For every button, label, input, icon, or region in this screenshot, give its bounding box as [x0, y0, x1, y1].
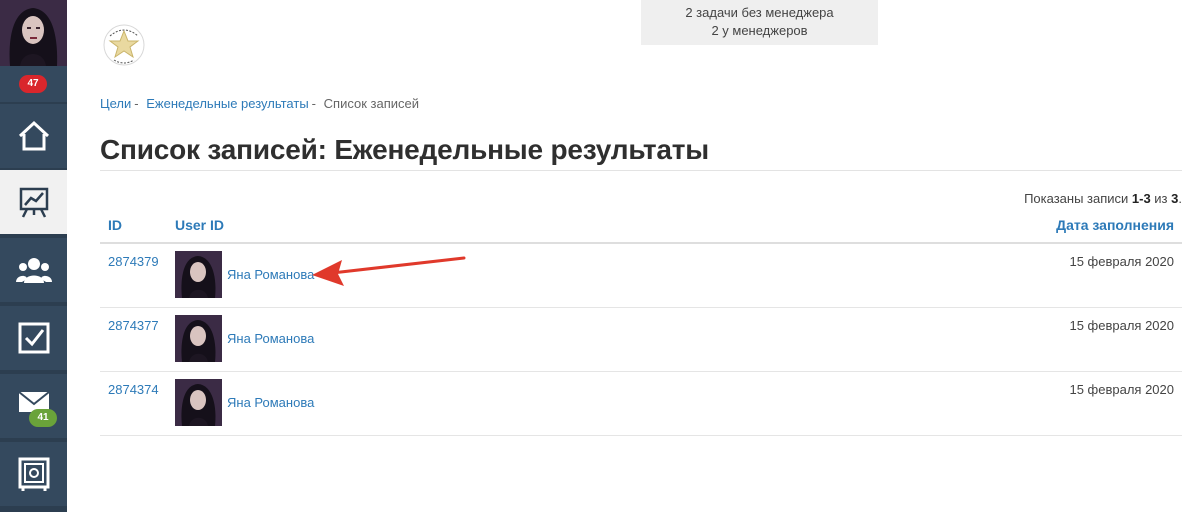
sidebar-item-goals[interactable] [0, 168, 67, 234]
home-icon [18, 120, 49, 151]
user-cell: Яна Романова [175, 251, 314, 298]
sidebar-item-home[interactable] [0, 102, 67, 168]
table-header: ID User ID Дата заполнения [100, 208, 1182, 244]
breadcrumb-current: Список записей [323, 96, 419, 111]
avatar[interactable] [175, 251, 222, 298]
breadcrumb-separator: - [311, 96, 317, 111]
sidebar-item-safe[interactable] [0, 440, 67, 506]
breadcrumb-weekly-results-link[interactable]: Еженедельные результаты [146, 96, 308, 111]
records-count-suffix: . [1178, 191, 1182, 206]
avatar[interactable] [175, 315, 222, 362]
info-line-tasks-without-manager[interactable]: 2 задачи без менеджера [641, 4, 878, 22]
record-date: 15 февраля 2020 [1069, 318, 1174, 333]
records-count-range: 1-3 [1131, 191, 1151, 206]
table-row: 2874377 Яна Романова 15 февраля 2020 [100, 308, 1182, 372]
messages-badge[interactable]: 41 [29, 409, 57, 427]
records-table: ID User ID Дата заполнения 2874379 Яна Р… [100, 208, 1182, 436]
records-count: Показаны записи 1-3 из 3. [1024, 191, 1182, 206]
record-date: 15 февраля 2020 [1069, 382, 1174, 397]
checkbox-icon [18, 322, 49, 354]
sidebar-item-team[interactable] [0, 236, 67, 302]
notifications-badge[interactable]: 47 [19, 75, 47, 93]
user-cell: Яна Романова [175, 379, 314, 426]
company-logo[interactable] [100, 22, 148, 68]
annotation-arrow-icon [312, 256, 466, 286]
record-id-link[interactable]: 2874379 [108, 254, 159, 269]
breadcrumb-separator: - [134, 96, 139, 111]
unassigned-tasks-info: 2 задачи без менеджера 2 у менеджеров [641, 0, 878, 45]
page-title: Список записей: Еженедельные результаты [100, 134, 710, 165]
sidebar-item-messages[interactable] [0, 372, 67, 438]
safe-icon [18, 457, 49, 491]
user-name-link[interactable]: Яна Романова [227, 395, 314, 410]
record-date: 15 февраля 2020 [1069, 254, 1174, 269]
chart-board-icon [19, 187, 48, 218]
column-header-user-id[interactable]: User ID [175, 217, 224, 233]
breadcrumb: Цели - Еженедельные результаты - Список за… [100, 96, 419, 111]
sidebar: 47 41 [0, 0, 67, 512]
column-header-date[interactable]: Дата заполнения [1056, 217, 1174, 233]
column-header-id[interactable]: ID [108, 217, 122, 233]
user-cell: Яна Романова [175, 315, 314, 362]
sidebar-item-tasks[interactable] [0, 304, 67, 370]
records-count-middle: из [1150, 191, 1172, 206]
user-name-link[interactable]: Яна Романова [227, 267, 314, 282]
user-name-link[interactable]: Яна Романова [227, 331, 314, 346]
breadcrumb-goals-link[interactable]: Цели [100, 96, 131, 111]
records-count-prefix: Показаны записи [1024, 191, 1132, 206]
info-line-tasks-with-managers[interactable]: 2 у менеджеров [641, 22, 878, 40]
avatar[interactable] [175, 379, 222, 426]
user-avatar[interactable] [0, 0, 67, 66]
table-row: 2874374 Яна Романова 15 февраля 2020 [100, 372, 1182, 436]
record-id-link[interactable]: 2874374 [108, 382, 159, 397]
title-divider [100, 170, 1182, 171]
record-id-link[interactable]: 2874377 [108, 318, 159, 333]
users-icon [15, 258, 52, 283]
table-row: 2874379 Яна Романова 15 февраля 2020 [100, 244, 1182, 308]
